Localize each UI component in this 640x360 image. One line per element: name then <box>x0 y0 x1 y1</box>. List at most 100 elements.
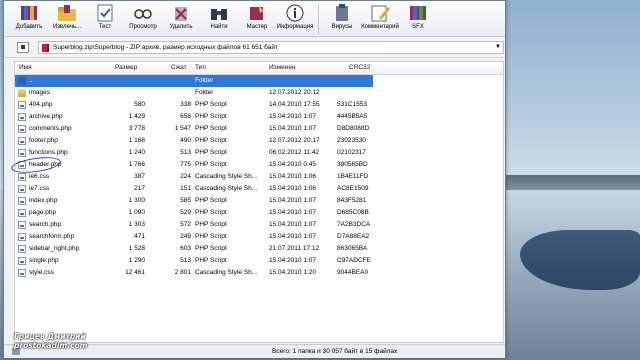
cell-crc: AC8E1509 <box>337 185 369 192</box>
cell-packed: 529 <box>180 209 191 216</box>
column-packed[interactable]: Сжат <box>171 64 187 71</box>
cell-name: searchform.php <box>29 233 75 240</box>
test-button[interactable]: Тест <box>86 1 124 35</box>
file-icon <box>18 137 26 145</box>
cell-modified: 06.02.2012 11:42 <box>269 149 320 156</box>
file-icon <box>18 197 26 205</box>
cell-type: Folder <box>195 89 214 96</box>
cell-crc: D7A88EA2 <box>337 233 370 240</box>
cell-modified: 21.07.2011 17:12 <box>269 245 320 252</box>
add-archive-icon <box>21 6 37 20</box>
sfx-icon <box>410 6 426 20</box>
cell-type: PHP Script <box>195 149 227 156</box>
comment-pencil-icon <box>371 5 390 22</box>
table-row[interactable]: sidebar_right.php 1 528 603 PHP Script 2… <box>15 243 373 255</box>
delete-button[interactable]: Удалить <box>162 1 200 35</box>
up-folder-button[interactable] <box>17 42 29 53</box>
cell-name: page.php <box>29 209 57 216</box>
cell-packed: 151 <box>180 185 191 192</box>
table-row[interactable]: index.php 1 300 585 PHP Script 15.04.201… <box>15 195 373 207</box>
cell-crc: 23023530 <box>337 137 366 144</box>
table-row[interactable]: functions.php 1 240 513 PHP Script 06.02… <box>15 147 373 159</box>
cell-size: 1 290 <box>128 257 145 264</box>
cell-packed: 513 <box>180 257 191 264</box>
delete-label: Удалить <box>169 24 193 30</box>
cell-size: 217 <box>134 185 145 192</box>
file-icon <box>18 209 26 217</box>
table-row[interactable]: searchform.php 471 249 PHP Script 15.04.… <box>15 231 373 243</box>
cell-type: Cascading Style Sh... <box>195 269 258 276</box>
cell-modified: 15.04.2010 1:20 <box>269 269 316 276</box>
cell-modified: 15.04.2010 0:45 <box>269 161 316 168</box>
cell-crc: C97ADCFE <box>337 257 371 264</box>
file-icon <box>18 221 26 229</box>
find-binoculars-icon <box>211 9 227 20</box>
column-header: Имя Размер Сжат Тип Изменен CRC32 <box>15 62 503 75</box>
cell-type: PHP Script <box>195 233 227 240</box>
cell-name: style.css <box>29 269 54 276</box>
cell-name: 404.php <box>29 101 53 108</box>
table-row[interactable]: style.css 12 461 2 801 Cascading Style S… <box>15 267 373 279</box>
cell-packed: 2 801 <box>174 269 191 276</box>
table-row[interactable]: .. Folder <box>15 75 373 87</box>
table-row[interactable]: comments.php 3 778 1 547 PHP Script 15.0… <box>15 123 373 135</box>
table-row[interactable]: ie7.css 217 151 Cascading Style Sh... 15… <box>15 183 373 195</box>
cell-size: 1 300 <box>128 197 145 204</box>
cell-name: sidebar_right.php <box>29 245 80 252</box>
chevron-down-icon[interactable]: ▼ <box>495 44 501 50</box>
toolbar: Добавить Извлечь... Тест Просмотр Удалит… <box>4 1 505 37</box>
info-button[interactable]: Информация <box>276 1 314 35</box>
cell-packed: 513 <box>180 149 191 156</box>
cell-name: functions.php <box>29 149 68 156</box>
file-icon <box>18 257 26 265</box>
table-row[interactable]: search.php 1 303 572 PHP Script 15.04.20… <box>15 219 373 231</box>
view-button[interactable]: Просмотр <box>124 1 162 35</box>
table-row[interactable]: 404.php 580 338 PHP Script 14.04.2010 17… <box>15 99 373 111</box>
cell-packed: 249 <box>180 233 191 240</box>
find-button[interactable]: Найти <box>200 1 238 35</box>
address-field[interactable]: Superblog.zip\Superblog - ZIP архив, раз… <box>38 41 504 54</box>
column-modified[interactable]: Изменен <box>269 64 296 71</box>
add-button[interactable]: Добавить <box>10 1 48 35</box>
comment-button[interactable]: Комментарий <box>361 1 399 35</box>
column-name[interactable]: Имя <box>19 64 32 71</box>
cell-packed: 1 547 <box>174 125 191 132</box>
column-crc[interactable]: CRC32 <box>349 64 370 71</box>
virus-scan-button[interactable]: Вирусы <box>323 1 361 35</box>
table-row[interactable]: page.php 1 090 529 PHP Script 15.04.2010… <box>15 207 373 219</box>
cell-type: PHP Script <box>195 101 227 108</box>
cell-crc: 390565BD <box>337 161 368 168</box>
file-icon <box>18 173 26 181</box>
cell-type: PHP Script <box>195 257 227 264</box>
cell-type: PHP Script <box>195 245 227 252</box>
info-icon <box>286 4 304 22</box>
test-icon <box>97 4 113 22</box>
extract-button[interactable]: Извлечь... <box>48 1 86 35</box>
cell-size: 1 303 <box>128 221 145 228</box>
cell-type: PHP Script <box>195 209 227 216</box>
cell-packed: 572 <box>180 221 191 228</box>
cell-type: Cascading Style Sh... <box>195 185 258 192</box>
table-row[interactable]: footer.php 1 168 490 PHP Script 12.07.20… <box>15 135 373 147</box>
table-row[interactable]: images Folder 12.07.2012 20:12 <box>15 87 373 99</box>
column-size[interactable]: Размер <box>115 64 137 71</box>
cell-crc: 1B4E11FD <box>337 173 369 180</box>
cell-name: footer.php <box>29 137 58 144</box>
extract-folder-icon <box>58 5 76 21</box>
table-row[interactable]: header.php 1 766 775 PHP Script 15.04.20… <box>15 159 373 171</box>
table-row[interactable]: archive.php 1 429 658 PHP Script 15.04.2… <box>15 111 373 123</box>
cell-modified: 15.04.2010 1:07 <box>269 113 316 120</box>
cell-modified: 15.04.2010 1:06 <box>269 173 316 180</box>
column-type[interactable]: Тип <box>195 64 206 71</box>
cell-name: archive.php <box>29 113 63 120</box>
table-row[interactable]: ie6.css 387 224 Cascading Style Sh... 15… <box>15 171 373 183</box>
wizard-button[interactable]: Мастер <box>238 1 276 35</box>
parent-folder-icon <box>18 77 26 85</box>
cell-crc: 02102317 <box>337 149 366 156</box>
wizard-label: Мастер <box>246 24 268 30</box>
sfx-button[interactable]: SFX <box>399 1 437 35</box>
info-label: Информация <box>276 24 314 30</box>
cell-type: PHP Script <box>195 113 227 120</box>
table-row[interactable]: single.php 1 290 513 PHP Script 15.04.20… <box>15 255 373 267</box>
virus-scan-icon <box>336 4 348 21</box>
